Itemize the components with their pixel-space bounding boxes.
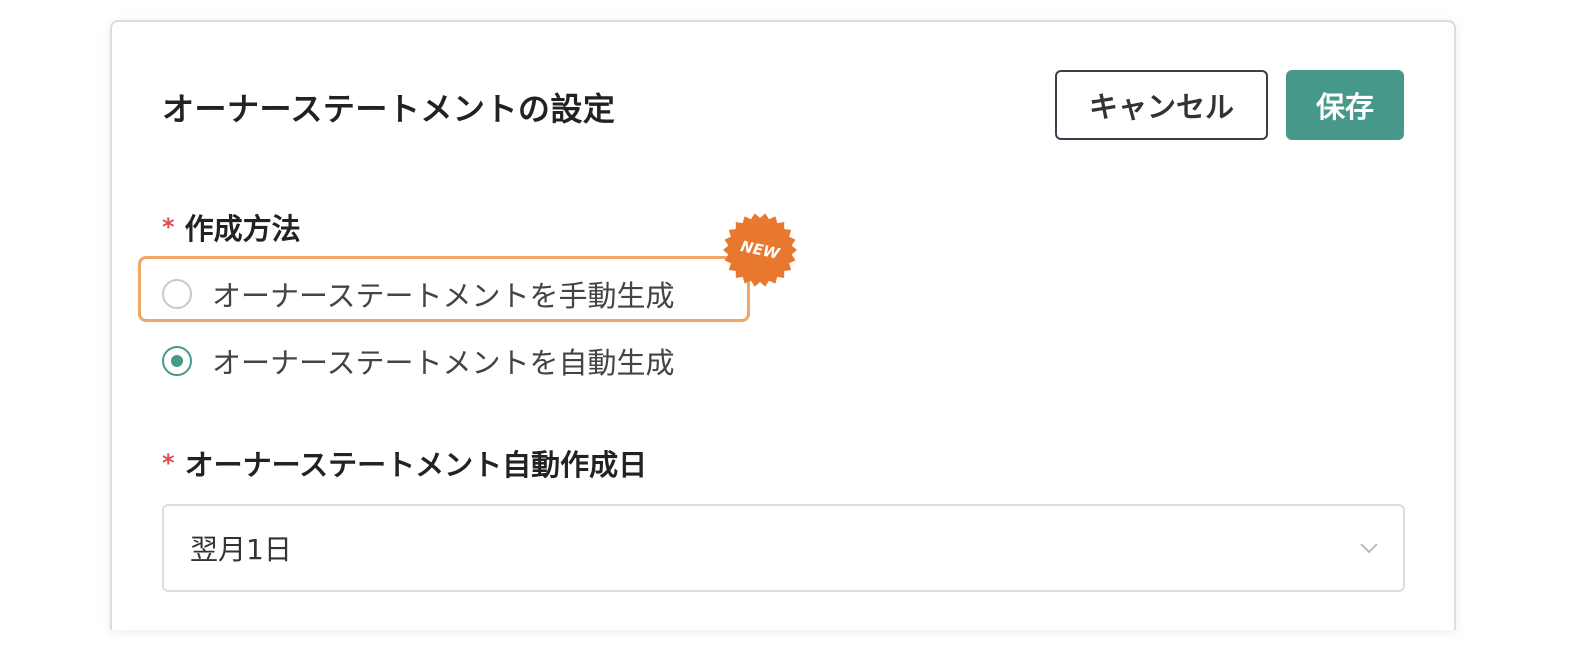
save-button[interactable]: 保存 [1286, 70, 1404, 140]
creation-method-label-text: 作成方法 [184, 212, 301, 246]
auto-date-select[interactable]: 翌月1日 [162, 504, 1405, 592]
required-mark: * [162, 449, 175, 477]
radio-button-manual[interactable] [162, 279, 192, 309]
radio-button-auto[interactable] [162, 346, 192, 376]
auto-date-label: * オーナーステートメント自動作成日 [162, 442, 647, 484]
radio-label-manual: オーナーステートメントを手動生成 [212, 279, 675, 313]
cancel-button[interactable]: キャンセル [1055, 70, 1268, 140]
required-mark: * [162, 213, 175, 241]
radio-label-auto: オーナーステートメントを自動生成 [212, 346, 675, 380]
auto-date-label-text: オーナーステートメント自動作成日 [184, 448, 648, 482]
creation-method-label: * 作成方法 [162, 206, 301, 248]
auto-date-select-value: 翌月1日 [190, 533, 292, 566]
new-badge: NEW [722, 212, 798, 288]
radio-option-auto[interactable]: オーナーステートメントを自動生成 [162, 340, 675, 382]
page-title: オーナーステートメントの設定 [162, 90, 616, 128]
chevron-down-icon[interactable] [1357, 536, 1381, 560]
radio-option-manual[interactable]: オーナーステートメントを手動生成 [162, 273, 675, 315]
new-badge-text: NEW [738, 237, 782, 263]
settings-panel: オーナーステートメントの設定 キャンセル 保存 * 作成方法 オーナーステートメ… [110, 20, 1456, 630]
